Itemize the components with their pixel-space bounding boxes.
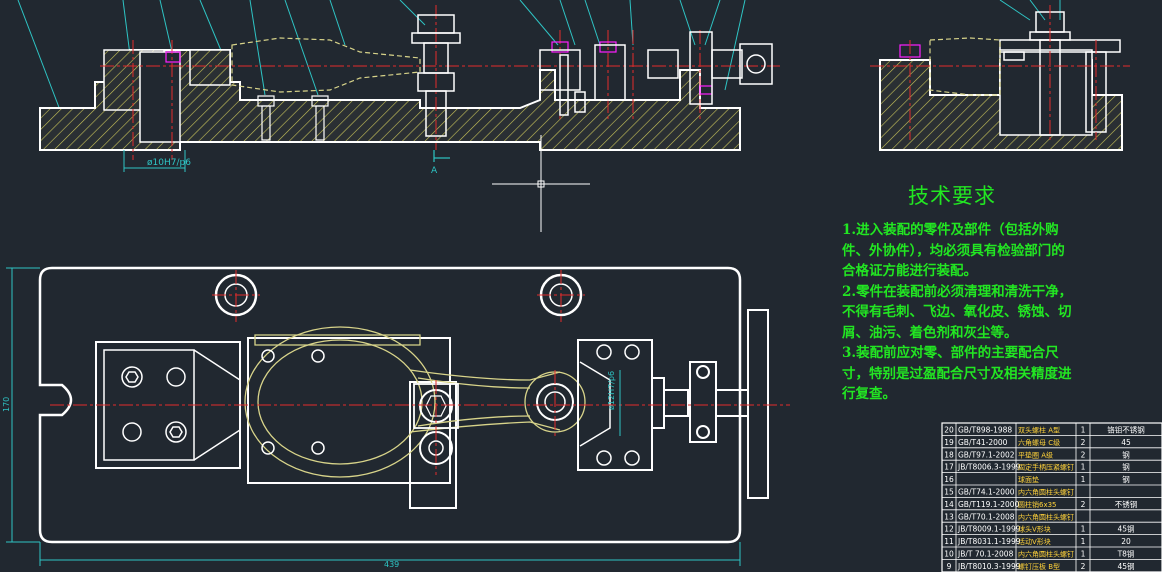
bom-cell-name: 六角螺母 C级 <box>1018 438 1060 447</box>
front-view: ø10H7/p6 A <box>17 0 780 176</box>
bom-cell-std: JB/T8009.1-1999 <box>957 525 1021 534</box>
bom-cell-std: GB/T119.1-2000 <box>958 500 1020 509</box>
section-label: A <box>431 166 438 176</box>
bom-cell-std: JB/T8031.1-1999 <box>957 537 1021 546</box>
bom-cell-std: GB/T70.1-2008 <box>958 512 1015 521</box>
bore-fit-label: ø10H7/p6 <box>147 158 191 168</box>
bom-cell-no: 14 <box>944 500 954 509</box>
bom-cell-name: 内六角圆柱头螺钉 <box>1018 550 1074 559</box>
bom-cell-mat: 钢 <box>1122 449 1130 459</box>
bom-cell-mat: 45钢 <box>1117 524 1134 534</box>
bom-cell-std: GB/T898-1988 <box>958 426 1012 435</box>
bom-cell-mat: 45钢 <box>1117 561 1134 571</box>
bom-cell-mat: 不锈钢 <box>1115 499 1138 509</box>
pin-fit-dimension: ø12H7/p6 <box>607 370 621 436</box>
bom-cell-no: 10 <box>944 550 954 559</box>
bom-cell-name: 球头V形块 <box>1018 525 1051 534</box>
technical-requirements: 技术要求 1.进入装配的零件及部件（包括外购件、外协件），均必须具有检验部门的合… <box>838 186 1078 405</box>
bom-cell-no: 19 <box>944 438 954 447</box>
bom-cell-qty: 1 <box>1081 426 1086 435</box>
top-view: ø12H7/p6 439 170 <box>2 266 790 569</box>
bom-cell-name: 平垫圈 A级 <box>1018 450 1053 459</box>
bom-cell-no: 9 <box>947 562 952 571</box>
fixed-block-right <box>189 49 231 86</box>
bom-cell-qty: 1 <box>1081 463 1086 472</box>
bom-cell-name: 固定手柄压紧螺钉 <box>1018 463 1074 472</box>
bom-cell-name: 螺钉压板 B型 <box>1018 562 1060 571</box>
bom-cell-qty: 2 <box>1081 438 1086 447</box>
bom-cell-std: GB/T97.1-2002 <box>958 450 1015 459</box>
bom-cell-name: 内六角圆柱头螺钉 <box>1018 512 1074 521</box>
requirement-note-1: 1.进入装配的零件及部件（包括外购件、外协件），均必须具有检验部门的合格证方能进… <box>842 222 1065 279</box>
bom-cell-qty: 1 <box>1081 550 1086 559</box>
pin-fit-label: ø12H7/p6 <box>607 371 616 410</box>
bom-cell-std: GB/T41-2000 <box>958 438 1008 447</box>
side-leader-lines <box>999 0 1061 21</box>
bom-cell-no: 16 <box>944 475 954 484</box>
total-width-label: 439 <box>384 560 399 569</box>
clamping-screw <box>651 361 749 443</box>
bom-cell-qty: 2 <box>1081 562 1086 571</box>
bom-cell-name: 活动V形块 <box>1018 537 1051 546</box>
bom-cell-std: JB/T8010.3-1999 <box>957 562 1021 571</box>
bom-cell-no: 11 <box>944 537 954 546</box>
section-marker-a: A <box>431 150 450 176</box>
bom-cell-mat: 铬钼不锈钢 <box>1107 425 1145 435</box>
bore-fit-dimension: ø10H7/p6 <box>123 150 191 172</box>
bom-cell-std: JB/T8006.3-1999 <box>957 463 1021 472</box>
bom-cell-mat: 钢 <box>1122 474 1130 484</box>
rod-big-end-bolts <box>261 349 325 455</box>
bom-cell-no: 17 <box>944 463 954 472</box>
bill-of-materials-table: 20 GB/T898-1988 双头螺柱 A型 1 铬钼不锈钢19 GB/T41-2000… <box>941 422 1162 572</box>
bom-cell-no: 20 <box>944 426 954 435</box>
overall-width-dimension: 439 <box>39 542 741 569</box>
side-view <box>870 0 1130 151</box>
bom-cell-qty: 1 <box>1081 475 1086 484</box>
bom-cell-std: GB/T74.1-2000 <box>958 488 1015 497</box>
bolt-head-front-4 <box>699 85 713 95</box>
overall-height-dimension: 170 <box>2 267 40 543</box>
technical-requirements-title: 技术要求 <box>908 184 996 208</box>
bom-cell-qty: 2 <box>1081 500 1086 509</box>
bom-cell-mat: T8钢 <box>1117 549 1135 559</box>
total-height-label: 170 <box>2 397 11 412</box>
requirement-note-3: 3.装配前应对零、部件的主要配合尺寸，特别是过盈配合尺寸及相关精度进行复查。 <box>842 345 1072 402</box>
bom-cell-no: 15 <box>944 488 954 497</box>
bom-cell-no: 12 <box>944 525 954 534</box>
clamping-handle-bar[interactable] <box>747 309 769 499</box>
bom-cell-no: 18 <box>944 450 954 459</box>
bom-cell-std: JB/T 70.1-2008 <box>957 550 1014 559</box>
bom-cell-qty: 1 <box>1081 537 1086 546</box>
side-clamp-block <box>999 49 1093 136</box>
bom-cell-mat: 钢 <box>1122 462 1130 472</box>
bom-cell-no: 13 <box>944 512 954 521</box>
bom-cell-mat: 20 <box>1121 537 1131 546</box>
bom-cell-name: 内六角圆柱头螺钉 <box>1018 488 1074 497</box>
bom-cell-qty: 2 <box>1081 450 1086 459</box>
bom-cell-mat: 45 <box>1121 438 1131 447</box>
bom-cell-name: 双头螺柱 A型 <box>1018 426 1060 435</box>
requirement-note-2: 2.零件在装配前必须清理和清洗干净，不得有毛刺、飞边、氧化皮、锈蚀、切屑、油污、… <box>842 283 1073 341</box>
bom-cell-name: 球面垫 <box>1018 475 1039 484</box>
connecting-rod-workpiece <box>244 326 586 478</box>
bom-cell-name: 圆柱销6x35 <box>1018 500 1057 509</box>
bom-cell-qty: 1 <box>1081 525 1086 534</box>
